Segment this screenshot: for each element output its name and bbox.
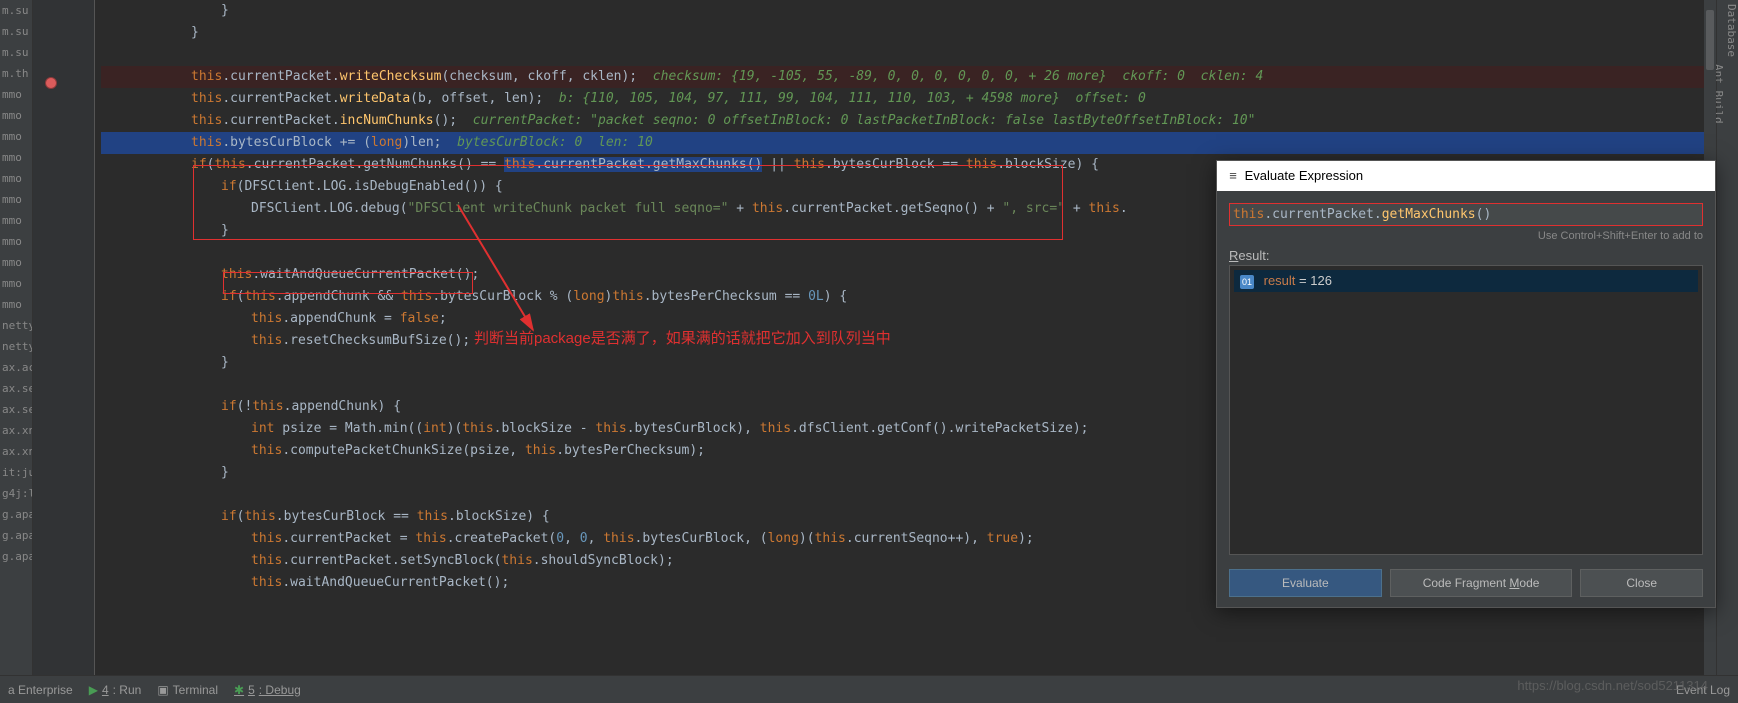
sidebar-item[interactable]: mmo [0,105,32,126]
sidebar-item[interactable]: mmo [0,294,32,315]
sidebar-item[interactable]: g.apa [0,504,32,525]
hint-text: Use Control+Shift+Enter to add to [1229,226,1703,246]
code-fragment-mode-button[interactable]: Code Fragment Mode [1390,569,1573,597]
code-line-current: this.bytesCurBlock += (long)len; bytesCu… [101,132,1716,154]
sidebar-item[interactable]: g.apa [0,525,32,546]
sidebar-item[interactable]: mmo [0,252,32,273]
database-tool[interactable]: Database [1725,4,1738,703]
sidebar-item[interactable]: ax.se [0,378,32,399]
result-row[interactable]: 01 result = 126 [1234,270,1698,292]
code-line: } [101,22,1716,44]
dialog-title: Evaluate Expression [1245,168,1364,183]
bottom-toolbar: a Enterprise ▶4: Run ▣Terminal ✱5: Debug… [0,675,1738,703]
terminal-tab[interactable]: ▣Terminal [157,683,218,697]
code-line: this.currentPacket.writeData(b, offset, … [101,88,1716,110]
sidebar-item[interactable]: mmo [0,84,32,105]
code-line: this.currentPacket.incNumChunks(); curre… [101,110,1716,132]
sidebar-item[interactable]: ax.ac [0,357,32,378]
code-line: } [101,0,1716,22]
sidebar-item[interactable]: mmo [0,126,32,147]
sidebar-item[interactable]: g4j:lo [0,483,32,504]
sidebar-item[interactable]: netty [0,315,32,336]
scrollbar-thumb[interactable] [1706,10,1714,70]
debug-tab[interactable]: ✱5: Debug [234,683,301,697]
sidebar-item[interactable]: mmo [0,273,32,294]
evaluate-expression-dialog[interactable]: ≡ Evaluate Expression this.currentPacket… [1216,160,1716,608]
sidebar-item[interactable]: m.su [0,21,32,42]
tool-sidebar-right: Database Ant Build [1716,0,1738,703]
evaluate-icon: ≡ [1225,161,1241,191]
sidebar-item[interactable]: ax.xn [0,420,32,441]
breakpoint-icon[interactable] [45,77,57,89]
watermark: https://blog.csdn.net/sod5211314 [1517,678,1708,693]
run-tab[interactable]: ▶4: Run [89,683,142,697]
sidebar-item[interactable]: mmo [0,189,32,210]
close-button[interactable]: Close [1580,569,1703,597]
run-icon: ▶ [89,683,98,697]
sidebar-item[interactable]: m.th [0,63,32,84]
value-icon: 01 [1240,275,1254,289]
sidebar-item[interactable]: m.su [0,42,32,63]
code-line [101,44,1716,66]
result-label: Result: [1229,246,1703,265]
expression-input[interactable]: this.currentPacket.getMaxChunks() [1229,203,1703,226]
sidebar-item[interactable]: it:jur [0,462,32,483]
editor-gutter[interactable] [33,0,95,675]
bug-icon: ✱ [234,683,244,697]
java-enterprise-tab[interactable]: a Enterprise [8,683,73,697]
sidebar-item[interactable]: netty [0,336,32,357]
sidebar-item[interactable]: mmo [0,168,32,189]
result-tree[interactable]: 01 result = 126 [1229,265,1703,555]
sidebar-item[interactable]: mmo [0,147,32,168]
sidebar-item[interactable]: ax.xn [0,441,32,462]
evaluate-button[interactable]: Evaluate [1229,569,1382,597]
dialog-titlebar[interactable]: ≡ Evaluate Expression [1217,161,1715,191]
terminal-icon: ▣ [157,683,168,697]
project-sidebar[interactable]: m.su m.su m.su m.th mmo mmo mmo mmo mmo … [0,0,33,703]
sidebar-item[interactable]: g.apa [0,546,32,567]
sidebar-item[interactable]: ax.se [0,399,32,420]
sidebar-item[interactable]: mmo [0,231,32,252]
code-line: this.currentPacket.writeChecksum(checksu… [101,66,1716,88]
sidebar-item[interactable]: m.su [0,0,32,21]
sidebar-item[interactable]: mmo [0,210,32,231]
